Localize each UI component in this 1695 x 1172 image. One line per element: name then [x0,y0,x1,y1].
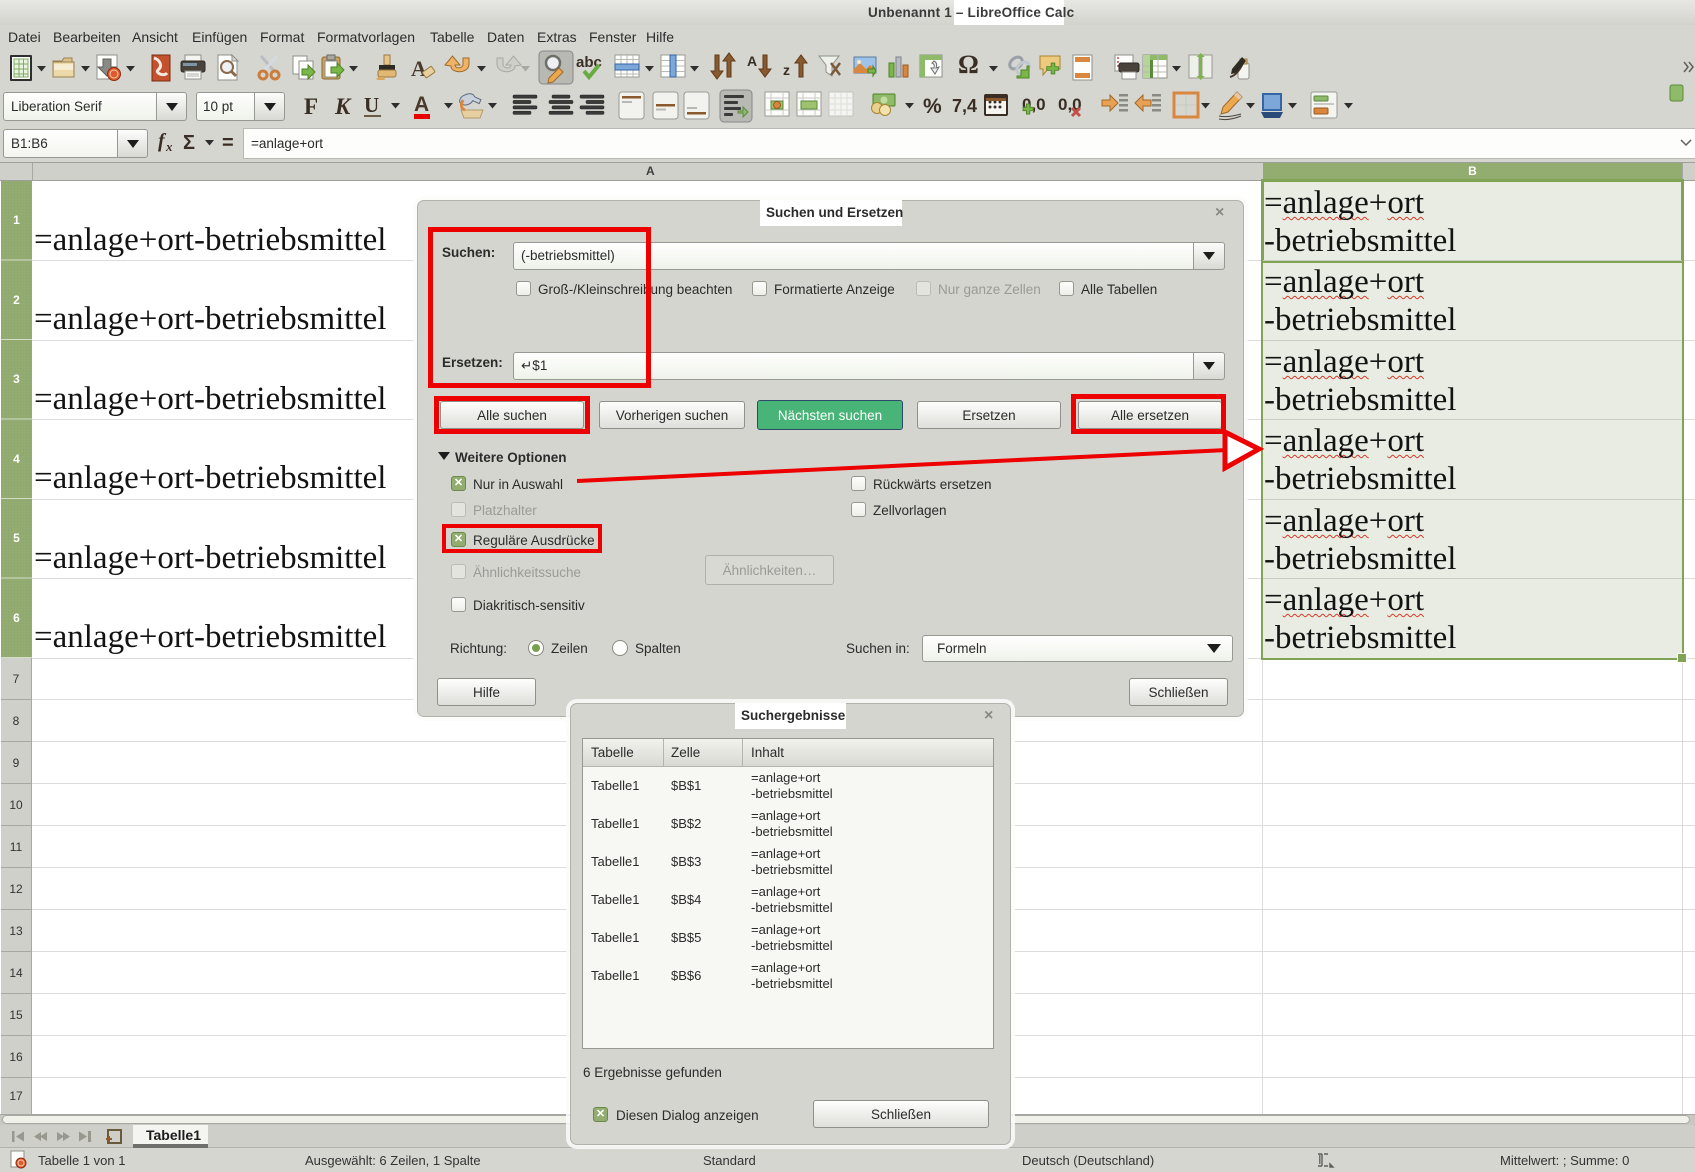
svg-text:F: F [304,94,318,119]
svg-text:%: % [923,95,942,118]
svg-text:U: U [364,93,379,117]
svg-text:7,4: 7,4 [952,96,977,116]
svg-text:Ω: Ω [958,50,979,79]
svg-text:z: z [783,62,790,78]
svg-text:A: A [747,53,757,69]
svg-text:A: A [411,56,427,81]
svg-text:Σ: Σ [183,132,195,154]
svg-text:A: A [414,93,429,116]
svg-text:K: K [334,94,352,119]
svg-text:x: x [165,139,173,154]
svg-text:=: = [222,132,234,154]
svg-text:0,0: 0,0 [1022,95,1046,114]
